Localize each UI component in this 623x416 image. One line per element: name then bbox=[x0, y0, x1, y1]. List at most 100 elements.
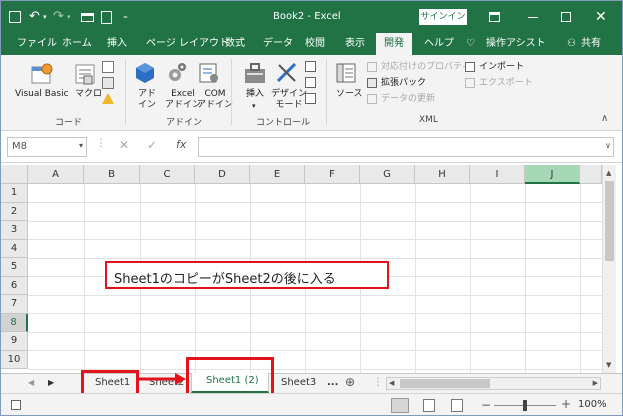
tab-view[interactable]: 表示 bbox=[345, 33, 365, 55]
run-dialog-icon[interactable] bbox=[305, 93, 316, 104]
visual-basic-button[interactable]: Visual Basic bbox=[15, 89, 69, 100]
tab-developer[interactable]: 開発 bbox=[376, 33, 412, 55]
customize-qat-icon[interactable]: ₌ bbox=[123, 1, 128, 33]
zoom-out-icon[interactable]: − bbox=[481, 398, 491, 412]
row-header[interactable]: 9 bbox=[1, 332, 28, 351]
scroll-tabs-left-icon[interactable]: ◀ bbox=[28, 374, 34, 392]
column-header[interactable]: D bbox=[195, 165, 250, 184]
row-header[interactable]: 10 bbox=[1, 350, 28, 369]
column-header-selected[interactable]: J bbox=[525, 165, 580, 184]
name-box[interactable]: M8 ▾ bbox=[7, 137, 87, 157]
share-button[interactable]: 共有 bbox=[581, 33, 601, 55]
insert-function-icon[interactable]: fx bbox=[176, 138, 186, 151]
column-header[interactable]: C bbox=[140, 165, 195, 184]
cancel-icon[interactable]: ✕ bbox=[119, 138, 129, 152]
page-break-view-icon[interactable] bbox=[451, 399, 463, 412]
scroll-tabs-right-icon[interactable]: ▶ bbox=[48, 374, 54, 392]
tab-page-layout[interactable]: ページ レイアウト bbox=[146, 33, 229, 55]
zoom-slider-thumb[interactable] bbox=[523, 400, 527, 411]
column-header[interactable]: I bbox=[470, 165, 525, 184]
column-header[interactable]: G bbox=[360, 165, 415, 184]
open-folder-icon[interactable] bbox=[81, 13, 94, 22]
column-header[interactable]: H bbox=[415, 165, 470, 184]
view-code-icon[interactable] bbox=[305, 77, 316, 88]
import-button[interactable]: インポート bbox=[479, 62, 524, 73]
more-sheets[interactable]: ... bbox=[327, 374, 338, 392]
vertical-scrollbar[interactable]: ▲ ▼ bbox=[602, 165, 616, 373]
row-header[interactable]: 1 bbox=[1, 184, 28, 203]
save-icon[interactable] bbox=[9, 11, 21, 23]
macro-button[interactable]: マクロ bbox=[75, 89, 102, 100]
row-header[interactable]: 4 bbox=[1, 239, 28, 258]
addin-button[interactable]: アド イン bbox=[138, 89, 156, 111]
formula-input[interactable] bbox=[198, 137, 614, 157]
row-header[interactable]: 2 bbox=[1, 202, 28, 221]
tab-split-grip-icon[interactable]: ⋮ bbox=[373, 374, 383, 392]
column-header[interactable]: A bbox=[28, 165, 84, 184]
hscroll-thumb[interactable] bbox=[400, 379, 490, 388]
scroll-left-icon[interactable]: ◀ bbox=[389, 379, 394, 387]
relative-reference-icon[interactable] bbox=[102, 77, 114, 89]
record-macro-icon[interactable] bbox=[102, 61, 114, 73]
name-box-dropdown-icon[interactable]: ▾ bbox=[79, 141, 83, 150]
page-layout-view-icon[interactable] bbox=[423, 399, 435, 412]
undo-dropdown-icon[interactable]: ▾ bbox=[43, 1, 47, 33]
zoom-in-icon[interactable]: + bbox=[561, 397, 571, 411]
tab-insert[interactable]: 挿入 bbox=[107, 33, 127, 55]
signin-button[interactable]: サインイン bbox=[419, 9, 467, 25]
properties-icon[interactable] bbox=[305, 61, 316, 72]
print-preview-icon[interactable] bbox=[101, 11, 112, 24]
column-header[interactable] bbox=[580, 165, 602, 184]
redo-icon[interactable]: ↷ bbox=[53, 1, 64, 33]
scroll-thumb[interactable] bbox=[605, 181, 614, 261]
excel-addin-button[interactable]: Excel アドイン bbox=[165, 89, 201, 111]
ribbon-display-options-icon[interactable] bbox=[489, 12, 500, 22]
row-header-selected[interactable]: 8 bbox=[1, 313, 28, 332]
insert-control-dropdown-icon[interactable]: ▾ bbox=[252, 101, 256, 112]
tab-formulas[interactable]: 数式 bbox=[225, 33, 245, 55]
scroll-up-icon[interactable]: ▲ bbox=[606, 169, 611, 177]
scroll-right-icon[interactable]: ▶ bbox=[593, 379, 598, 387]
column-header[interactable]: E bbox=[250, 165, 305, 184]
enter-icon[interactable]: ✓ bbox=[147, 138, 157, 152]
macro-security-icon[interactable] bbox=[102, 93, 114, 104]
row-header[interactable]: 7 bbox=[1, 295, 28, 314]
expand-formula-bar-icon[interactable]: ∨ bbox=[605, 141, 611, 150]
zoom-slider[interactable] bbox=[494, 400, 556, 411]
tab-review[interactable]: 校閲 bbox=[305, 33, 325, 55]
scroll-down-icon[interactable]: ▼ bbox=[606, 361, 611, 369]
tab-help[interactable]: ヘルプ bbox=[424, 33, 454, 55]
row-header[interactable]: 6 bbox=[1, 276, 28, 295]
export-button[interactable]: エクスポート bbox=[479, 78, 533, 89]
row-header[interactable]: 3 bbox=[1, 221, 28, 240]
close-icon[interactable]: ✕ bbox=[595, 1, 607, 33]
worksheet-grid[interactable]: A B C D E F G H I J 1 2 3 4 5 6 7 8 9 10… bbox=[1, 165, 622, 373]
map-properties-button[interactable]: 対応付けのプロパティ bbox=[381, 62, 470, 73]
tell-me-search[interactable]: 操作アシスト bbox=[486, 33, 546, 55]
column-header[interactable]: B bbox=[84, 165, 140, 184]
formula-bar-grip-icon[interactable]: ⋮ bbox=[96, 138, 106, 149]
new-sheet-icon[interactable]: ⊕ bbox=[345, 374, 355, 392]
com-addin-button[interactable]: COM アドイン bbox=[197, 89, 233, 111]
expansion-pack-button[interactable]: 拡張パック bbox=[381, 78, 426, 89]
undo-icon[interactable]: ↶ bbox=[29, 1, 40, 33]
tab-data[interactable]: データ bbox=[263, 33, 293, 55]
design-mode-button[interactable]: デザイン モード bbox=[271, 89, 307, 111]
refresh-data-button[interactable]: データの更新 bbox=[381, 94, 435, 105]
normal-view-icon[interactable] bbox=[391, 398, 409, 413]
tab-home[interactable]: ホーム bbox=[62, 33, 92, 55]
macro-record-status-icon[interactable] bbox=[11, 400, 21, 410]
select-all-corner[interactable] bbox=[1, 165, 28, 184]
column-header[interactable]: F bbox=[305, 165, 360, 184]
tab-file[interactable]: ファイル bbox=[17, 33, 57, 55]
row-header[interactable]: 5 bbox=[1, 258, 28, 277]
redo-dropdown-icon[interactable]: ▾ bbox=[67, 1, 71, 33]
insert-control-button[interactable]: 挿入 bbox=[246, 89, 264, 100]
maximize-icon[interactable] bbox=[561, 12, 571, 22]
zoom-level[interactable]: 100% bbox=[578, 399, 607, 410]
xml-source-button[interactable]: ソース bbox=[336, 89, 363, 100]
horizontal-scrollbar[interactable]: ◀ ▶ bbox=[386, 377, 601, 390]
sheet-tab-sheet3[interactable]: Sheet3 bbox=[281, 374, 316, 392]
minimize-icon[interactable] bbox=[528, 17, 538, 18]
collapse-ribbon-icon[interactable]: ∧ bbox=[601, 113, 608, 124]
